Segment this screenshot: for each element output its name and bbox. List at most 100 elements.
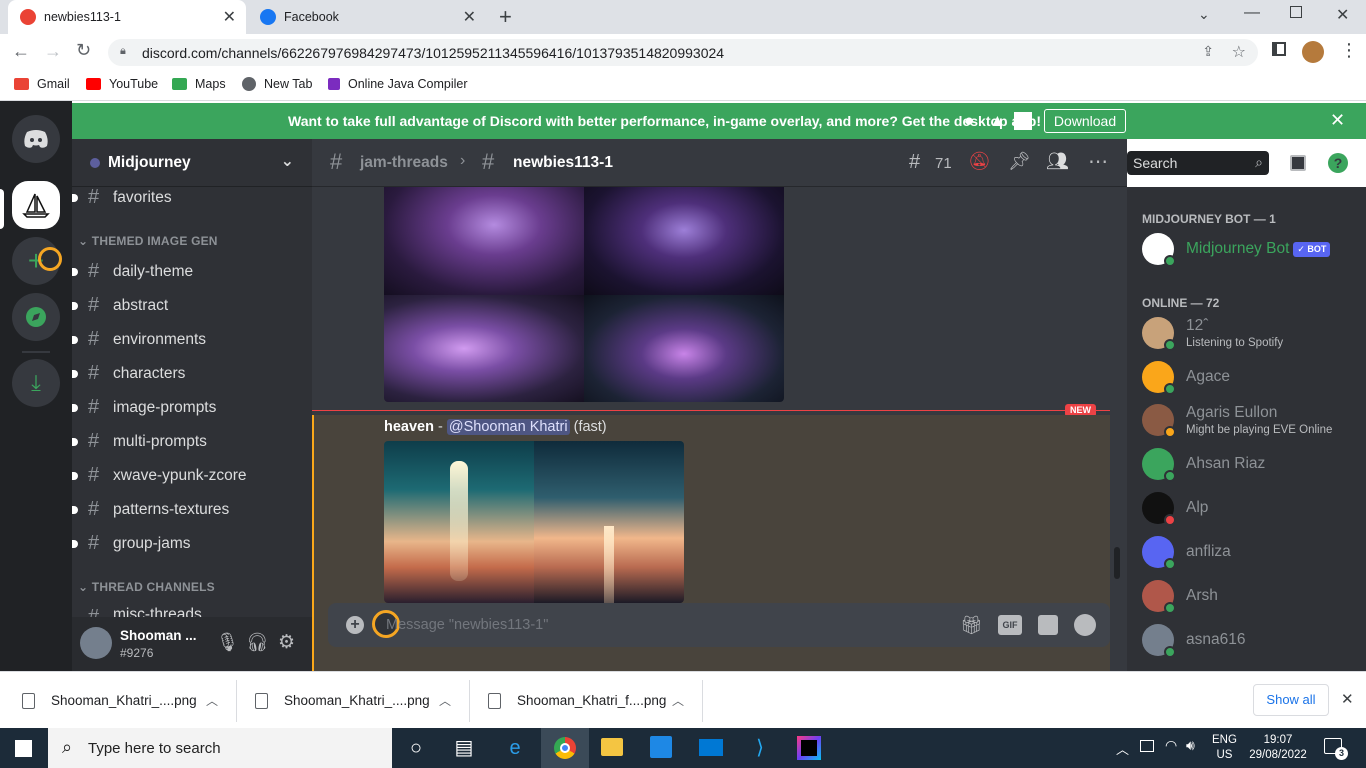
url-input[interactable]: 🔒︎ discord.com/channels/6622679769842974… — [108, 39, 1258, 66]
emoji-icon[interactable] — [1074, 614, 1096, 636]
channel-item[interactable]: # daily-theme — [72, 260, 193, 283]
help-icon[interactable]: ? — [1328, 153, 1348, 173]
image-tile[interactable] — [534, 441, 684, 603]
generated-image-grid[interactable] — [384, 187, 784, 402]
download-apps-icon[interactable]: ⤓ — [12, 359, 60, 407]
clock[interactable]: 19:07 29/08/2022 — [1248, 733, 1308, 763]
minimize-icon[interactable]: — — [1244, 4, 1260, 22]
avatar[interactable] — [80, 627, 112, 659]
cortana-icon[interactable]: ○ — [404, 736, 428, 760]
parent-channel-link[interactable]: jam-threads — [360, 154, 448, 172]
user-mention[interactable]: @Shooman Khatri — [446, 419, 570, 435]
show-all-button[interactable]: Show all — [1253, 684, 1329, 716]
file-explorer-icon[interactable] — [601, 738, 623, 756]
gif-button[interactable]: GIF — [998, 615, 1022, 635]
bookmark-star-icon[interactable]: ☆ — [1232, 42, 1246, 62]
generated-image-grid[interactable] — [384, 441, 684, 603]
attach-plus-icon[interactable]: + — [346, 616, 364, 634]
close-window-icon[interactable]: ✕ — [1336, 5, 1349, 25]
chevron-up-icon[interactable]: ︿ — [439, 692, 451, 709]
explore-servers-icon[interactable] — [12, 293, 60, 341]
profile-avatar[interactable] — [1302, 41, 1324, 63]
settings-gear-icon[interactable]: ⚙ — [278, 631, 295, 654]
message-input[interactable]: Message "newbies113-1" — [386, 617, 548, 633]
channel-item[interactable]: # image-prompts — [72, 396, 216, 419]
edge-icon[interactable]: e — [503, 736, 527, 760]
chevron-up-icon[interactable]: ︿ — [672, 692, 684, 709]
tab-facebook[interactable]: Facebook ✕ — [248, 0, 486, 34]
download-item[interactable]: Shooman_Khatri_....png ︿ — [22, 672, 236, 729]
image-tile[interactable] — [584, 295, 784, 402]
member-item[interactable]: Agaris Eullon Might be playing EVE Online — [1142, 404, 1332, 438]
bookmark-gmail[interactable]: Gmail — [14, 77, 70, 91]
headphones-icon[interactable]: 🎧︎ — [246, 632, 269, 653]
mute-mic-icon[interactable]: 🎙︎ — [216, 632, 239, 653]
inbox-icon[interactable] — [1290, 155, 1306, 171]
chevron-up-icon[interactable]: ︿ — [1116, 739, 1129, 758]
midjourney-server-icon[interactable] — [12, 181, 60, 229]
bookmark-maps[interactable]: Maps — [172, 77, 226, 91]
download-item[interactable]: Shooman_Khatri_....png ︿ — [255, 672, 469, 729]
battery-icon[interactable] — [1140, 740, 1154, 752]
new-tab-icon[interactable]: + — [499, 4, 512, 30]
menu-kebab-icon[interactable]: ⋮ — [1340, 40, 1358, 61]
close-tab-icon[interactable]: ✕ — [223, 7, 236, 27]
gift-icon[interactable]: 🎁︎ — [960, 615, 983, 636]
image-tile[interactable] — [384, 295, 584, 402]
maximize-icon[interactable] — [1290, 6, 1302, 18]
channel-favorites[interactable]: # favorites — [72, 186, 172, 209]
close-banner-icon[interactable]: ✕ — [1330, 110, 1345, 131]
search-input[interactable]: Search ⌕ — [1127, 151, 1269, 175]
channel-item[interactable]: # patterns-textures — [72, 498, 229, 521]
pin-icon[interactable]: 📌︎ — [1008, 151, 1031, 172]
channel-item[interactable]: # abstract — [72, 294, 168, 317]
image-tile[interactable] — [584, 187, 784, 295]
close-tab-icon[interactable]: ✕ — [463, 7, 476, 27]
task-view-icon[interactable]: ▤ — [452, 736, 476, 760]
chat-scrollbar[interactable] — [1114, 547, 1120, 579]
image-tile[interactable] — [384, 441, 534, 603]
bookmark-java-compiler[interactable]: Online Java Compiler — [328, 77, 468, 91]
member-item[interactable]: Ahsan Riaz — [1142, 448, 1265, 482]
language-indicator[interactable]: ENG US — [1212, 733, 1237, 763]
mail-icon[interactable] — [699, 739, 723, 756]
image-tile[interactable] — [384, 187, 584, 295]
volume-icon[interactable]: 🔊︎ — [1186, 737, 1195, 754]
tab-discord[interactable]: newbies113-1 ✕ — [8, 0, 246, 34]
intellij-icon[interactable] — [797, 736, 821, 760]
channel-item[interactable]: # environments — [72, 328, 206, 351]
wifi-icon[interactable]: ◠ — [1165, 737, 1177, 754]
category-thread-channels[interactable]: ⌄ THREAD CHANNELS — [78, 580, 215, 594]
download-button[interactable]: Download — [1044, 109, 1126, 133]
member-item[interactable]: asna616 — [1142, 624, 1245, 658]
member-item[interactable]: Agace — [1142, 361, 1230, 395]
share-icon[interactable]: ⇪ — [1202, 43, 1214, 60]
taskbar-search-input[interactable]: ⌕ Type here to search — [48, 728, 392, 768]
channel-item[interactable]: # characters — [72, 362, 185, 385]
member-list-icon[interactable]: 👥︎ — [1046, 151, 1069, 172]
bookmark-youtube[interactable]: YouTube — [86, 77, 158, 91]
server-header[interactable]: Midjourney ⌄ — [72, 139, 312, 187]
side-panel-icon[interactable] — [1272, 42, 1286, 56]
member-item[interactable]: Midjourney Bot ✓ BOT — [1142, 233, 1331, 267]
close-downloads-icon[interactable]: ✕ — [1341, 690, 1354, 708]
member-item[interactable]: 12ˆ Listening to Spotify — [1142, 317, 1283, 351]
download-item[interactable]: Shooman_Khatri_f....png ︿ — [488, 672, 702, 729]
channel-item[interactable]: # group-jams — [72, 532, 191, 555]
store-icon[interactable] — [650, 736, 672, 758]
tab-search-icon[interactable]: ⌄ — [1198, 6, 1210, 23]
sticker-icon[interactable] — [1038, 615, 1058, 635]
forward-icon[interactable]: → — [44, 41, 62, 62]
threads-icon[interactable]: # — [909, 151, 920, 174]
windows-start-icon[interactable] — [15, 740, 32, 757]
back-icon[interactable]: ← — [12, 41, 30, 62]
member-item[interactable]: anfliza — [1142, 536, 1231, 570]
channel-item[interactable]: # xwave-ypunk-zcore — [72, 464, 247, 487]
member-item[interactable]: Arsh — [1142, 580, 1218, 614]
category-themed-image-gen[interactable]: ⌄ THEMED IMAGE GEN — [78, 234, 218, 248]
discord-home-icon[interactable] — [12, 115, 60, 163]
chrome-active-tile[interactable] — [541, 728, 589, 768]
vscode-icon[interactable]: ⟩ — [748, 736, 772, 760]
more-options-icon[interactable]: ⋯ — [1088, 149, 1108, 174]
chevron-up-icon[interactable]: ︿ — [206, 692, 218, 709]
